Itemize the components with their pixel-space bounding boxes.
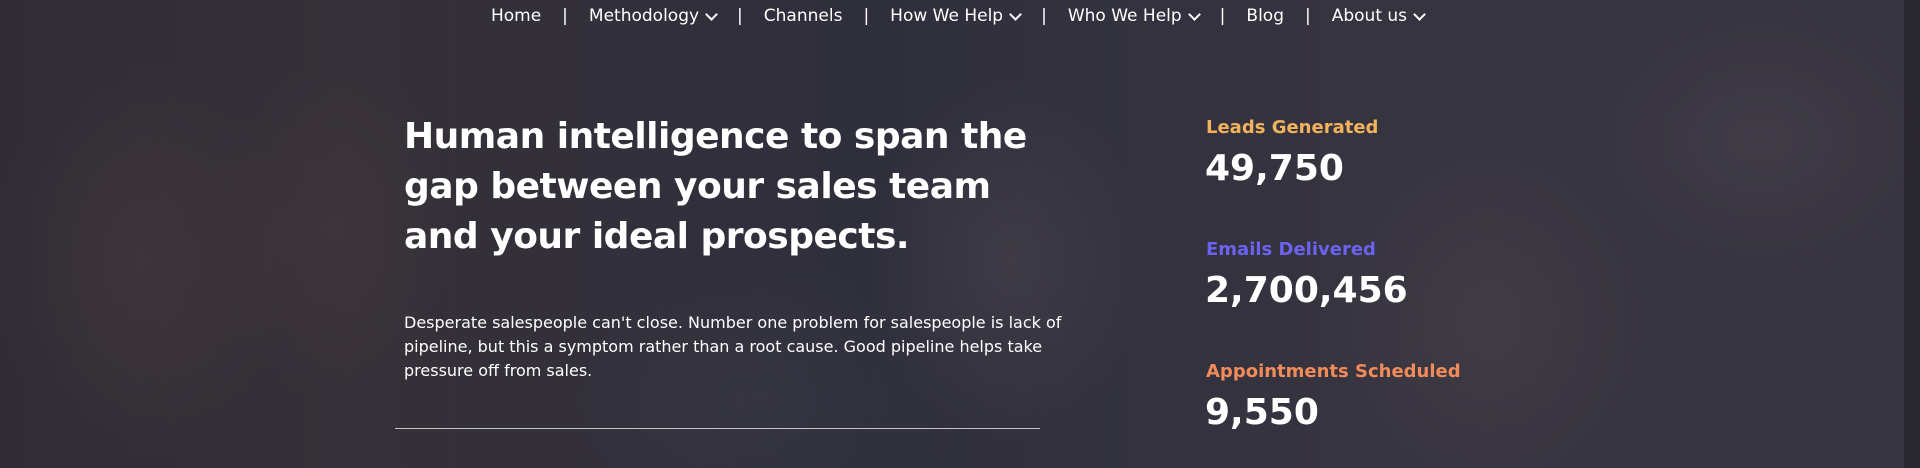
chevron-down-icon [705, 7, 718, 21]
nav-separator: | [1219, 6, 1226, 26]
chevron-down-icon [1187, 7, 1201, 21]
stat-label-emails: Emails Delivered [1206, 239, 1376, 260]
nav-item-label: Home [490, 6, 542, 26]
nav-item-who-we-help[interactable]: Who We Help [1067, 6, 1201, 26]
stat-value-leads: 49,750 [1205, 148, 1344, 189]
hero-section: Home | Methodology | Channels | How We H… [0, 0, 1920, 468]
nav-separator: | [1304, 6, 1311, 26]
nav-item-label: About us [1331, 6, 1408, 26]
nav-item-about-us[interactable]: About us [1331, 6, 1426, 26]
hero-description: Desperate salespeople can't close. Numbe… [404, 313, 1062, 380]
stat-label-leads: Leads Generated [1206, 117, 1379, 138]
nav-item-methodology[interactable]: Methodology [588, 6, 718, 26]
chevron-down-icon [1009, 7, 1022, 21]
scrollbar[interactable] [1904, 0, 1920, 468]
nav-item-label: Who We Help [1067, 6, 1182, 26]
hero-headline: Human intelligence to span the gap betwe… [404, 116, 1027, 257]
nav-item-label: How We Help [890, 6, 1004, 26]
nav-separator: | [863, 6, 870, 26]
chevron-down-icon [1413, 7, 1426, 21]
nav-item-label: Methodology [588, 6, 700, 26]
nav-item-home[interactable]: Home [491, 6, 541, 26]
nav-separator: | [562, 6, 568, 26]
nav-item-blog[interactable]: Blog [1246, 6, 1284, 26]
nav-item-label: Blog [1246, 6, 1284, 26]
nav-separator: | [1041, 6, 1047, 26]
stat-label-appointments: Appointments Scheduled [1206, 361, 1461, 382]
stat-value-appointments: 9,550 [1205, 392, 1319, 433]
nav-item-how-we-help[interactable]: How We Help [890, 6, 1022, 26]
nav-item-channels[interactable]: Channels [764, 6, 843, 26]
nav-separator: | [737, 6, 743, 26]
nav-item-label: Channels [763, 6, 843, 26]
divider [395, 428, 1040, 429]
stat-value-emails: 2,700,456 [1205, 270, 1408, 311]
main-navigation: Home | Methodology | Channels | How We H… [0, 6, 1920, 26]
